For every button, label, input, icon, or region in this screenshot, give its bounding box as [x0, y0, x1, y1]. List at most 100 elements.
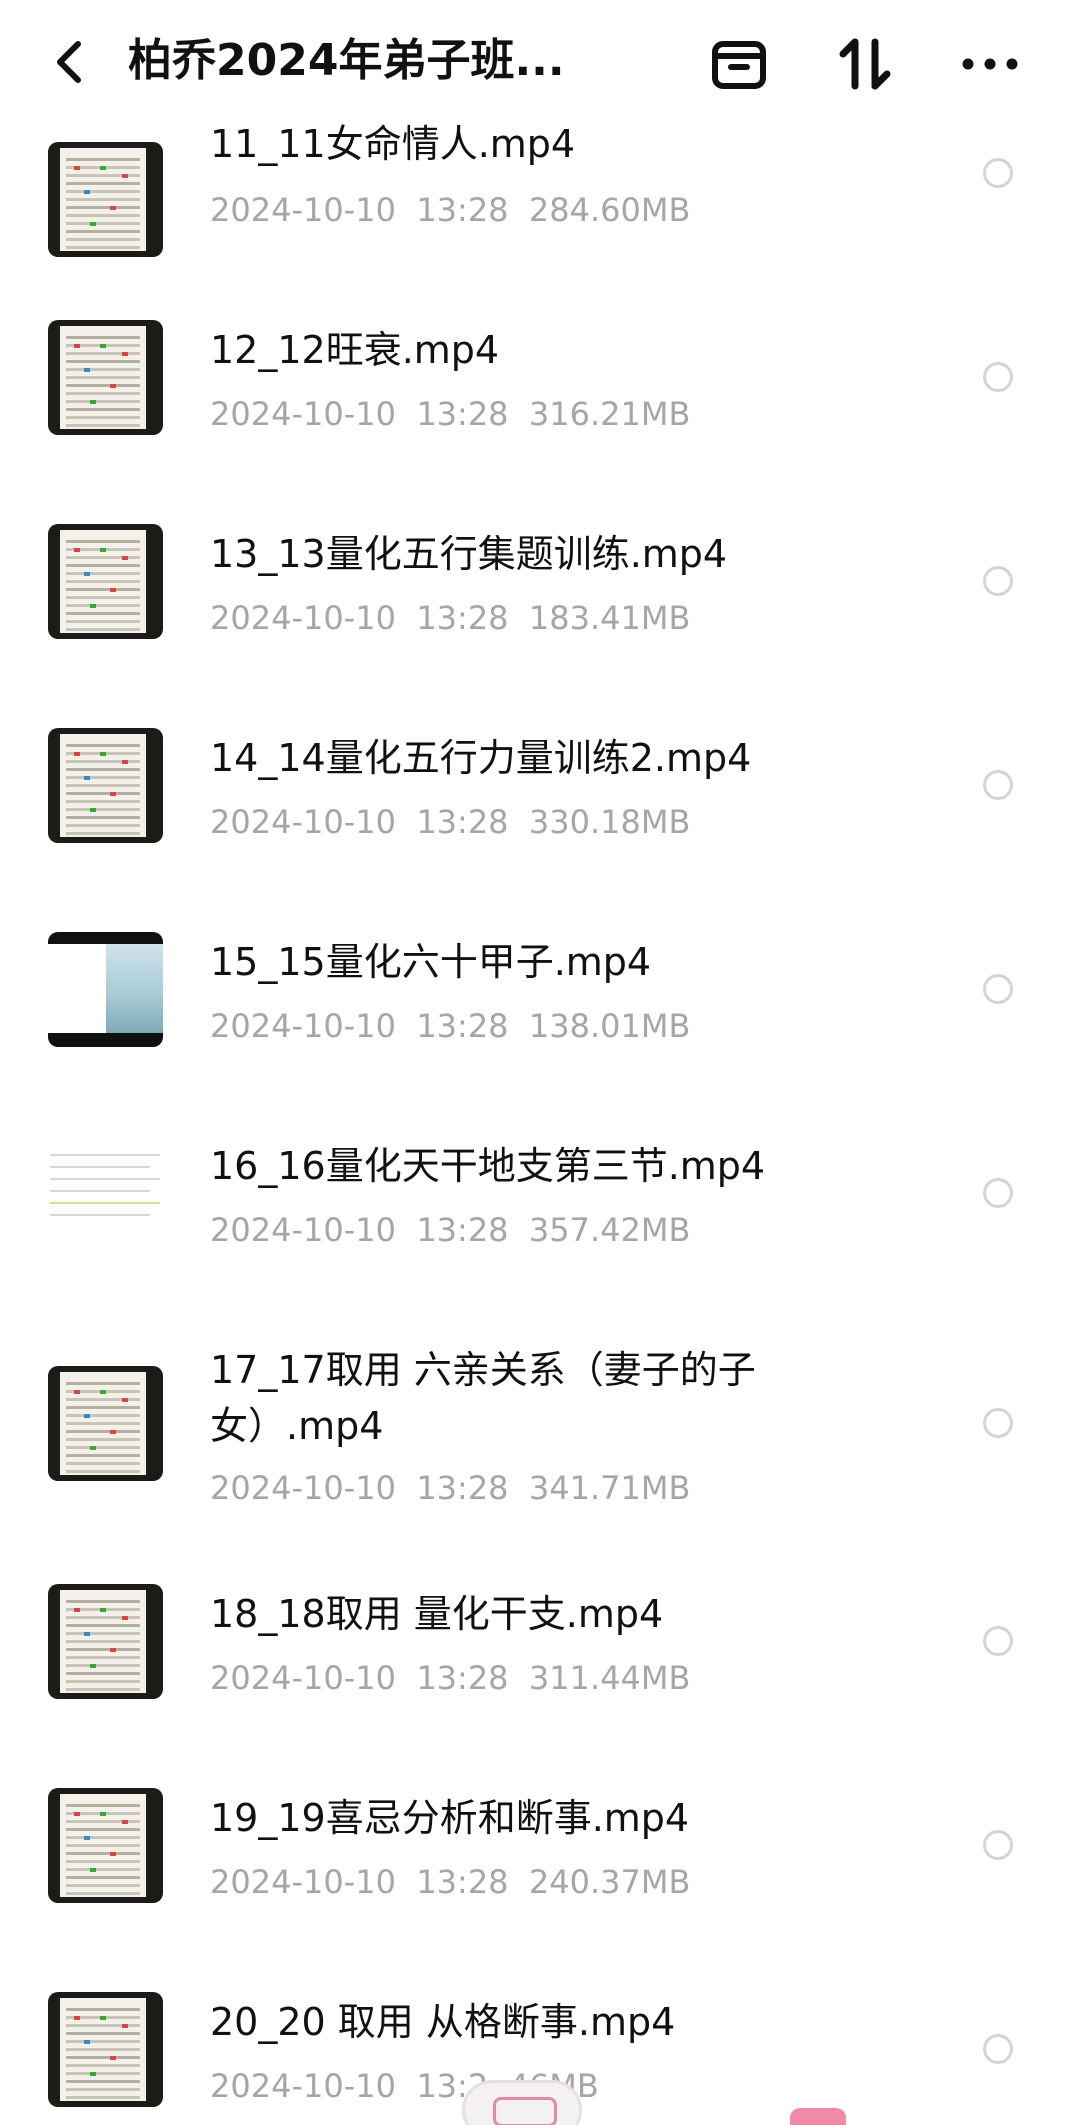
thumbnail-line — [66, 214, 140, 217]
file-meta: 2024-10-10 13:28 316.21MB — [210, 392, 690, 436]
file-meta: 2024-10-10 13:28 240.37MB — [210, 1860, 690, 1904]
thumbnail-mark — [100, 1812, 106, 1816]
select-radio[interactable] — [983, 1178, 1013, 1208]
thumbnail-line — [50, 1190, 150, 1192]
file-time: 13:28 — [416, 1469, 509, 1507]
thumbnail-mark — [90, 808, 96, 812]
file-time: 13:28 — [416, 191, 509, 229]
thumbnail-paper — [60, 1590, 146, 1693]
thumbnail-line — [66, 1828, 140, 1831]
thumbnail-line — [66, 768, 140, 771]
thumbnail-line — [66, 1884, 140, 1887]
thumbnail-line — [66, 1656, 140, 1659]
select-radio[interactable] — [983, 566, 1013, 596]
thumbnail-mark — [90, 1446, 96, 1450]
thumbnail-line — [66, 1470, 140, 1473]
thumbnail-paper — [60, 326, 146, 429]
thumbnail-line — [66, 352, 140, 355]
file-time: 13:28 — [416, 1007, 509, 1045]
floating-action-button[interactable] — [462, 2080, 582, 2125]
file-date: 2024-10-10 — [210, 803, 396, 841]
thumbnail-line — [66, 744, 140, 747]
thumbnail-mark — [84, 2040, 90, 2044]
thumbnail-mark — [90, 604, 96, 608]
thumbnail-line — [66, 1414, 140, 1417]
thumbnail-mark — [110, 1852, 116, 1856]
thumbnail-mark — [84, 1632, 90, 1636]
thumbnail-mark — [74, 344, 80, 348]
thumbnail-line — [66, 174, 140, 177]
thumbnail-paper — [60, 1998, 146, 2101]
thumbnail-line — [66, 2032, 140, 2035]
thumbnail-line — [66, 760, 140, 763]
thumbnail-mark — [84, 776, 90, 780]
file-date: 2024-10-10 — [210, 1007, 396, 1045]
thumbnail-mark — [110, 588, 116, 592]
archive-button[interactable] — [709, 34, 769, 94]
thumbnail-mark — [122, 1616, 128, 1620]
thumbnail-line — [66, 1616, 140, 1619]
pink-tab-edge — [790, 2108, 846, 2125]
file-meta: 2024-10-10 13:28 330.18MB — [210, 800, 690, 844]
file-size: 284.60MB — [528, 191, 691, 229]
archive-icon — [712, 41, 766, 89]
thumbnail-line — [66, 376, 140, 379]
select-radio[interactable] — [983, 770, 1013, 800]
thumbnail-line — [66, 556, 140, 559]
more-button[interactable] — [960, 34, 1020, 94]
select-radio[interactable] — [983, 2034, 1013, 2064]
thumbnail-line — [66, 2048, 140, 2051]
file-time: 13:28 — [416, 395, 509, 433]
file-date: 2024-10-10 — [210, 395, 396, 433]
file-meta: 2024-10-10 13:28 284.60MB — [210, 188, 690, 232]
select-radio[interactable] — [983, 1408, 1013, 1438]
thumbnail-line — [66, 588, 140, 591]
file-time: 13:28 — [416, 1211, 509, 1249]
video-thumbnail — [48, 932, 163, 1047]
file-meta: 2024-10-10 13:28 138.01MB — [210, 1004, 690, 1048]
thumbnail-line — [66, 800, 140, 803]
select-radio[interactable] — [983, 158, 1013, 188]
thumbnail-mark — [84, 190, 90, 194]
thumbnail-paper — [60, 734, 146, 837]
thumbnail-line — [66, 1382, 140, 1385]
thumbnail-line — [50, 1166, 150, 1168]
file-size: 330.18MB — [528, 803, 691, 841]
thumbnail-mark — [74, 548, 80, 552]
thumbnail-line — [66, 360, 140, 363]
thumbnail-mark — [110, 1648, 116, 1652]
thumbnail-line — [66, 1648, 140, 1651]
thumbnail-line — [66, 392, 140, 395]
thumbnail-band-top — [48, 932, 163, 944]
thumbnail-mark — [122, 2024, 128, 2028]
thumbnail-line — [66, 1844, 140, 1847]
thumbnail-line — [66, 416, 140, 419]
thumbnail-line — [66, 230, 140, 233]
thumbnail-band-bottom — [48, 1033, 163, 1047]
select-radio[interactable] — [983, 1830, 1013, 1860]
video-thumbnail — [48, 1788, 163, 1903]
select-radio[interactable] — [983, 1626, 1013, 1656]
thumbnail-mark — [122, 556, 128, 560]
file-name: 11_11女命情人.mp4 — [210, 122, 576, 166]
thumbnail-line — [66, 572, 140, 575]
thumbnail-line — [66, 2040, 140, 2043]
thumbnail-line — [66, 1868, 140, 1871]
file-date: 2024-10-10 — [210, 1659, 396, 1697]
select-radio[interactable] — [983, 362, 1013, 392]
thumbnail-line — [66, 182, 140, 185]
thumbnail-line — [66, 1454, 140, 1457]
thumbnail-line — [66, 620, 140, 623]
file-list: 11_11女命情人.mp4 2024-10-10 13:28 284.60MB 12… — [0, 0, 1067, 2125]
file-meta: 2024-10-10 13:28 341.71MB — [210, 1466, 690, 1510]
thumbnail-line — [66, 1446, 140, 1449]
select-radio[interactable] — [983, 974, 1013, 1004]
thumbnail-mark — [100, 1608, 106, 1612]
sort-button[interactable] — [835, 34, 895, 94]
back-button[interactable] — [48, 36, 94, 88]
top-bar: 柏乔2024年弟子班... — [0, 0, 1067, 122]
thumbnail-line — [66, 1664, 140, 1667]
video-thumbnail — [48, 1136, 163, 1251]
thumbnail-line — [66, 222, 140, 225]
file-name: 15_15量化六十甲子.mp4 — [210, 940, 652, 984]
